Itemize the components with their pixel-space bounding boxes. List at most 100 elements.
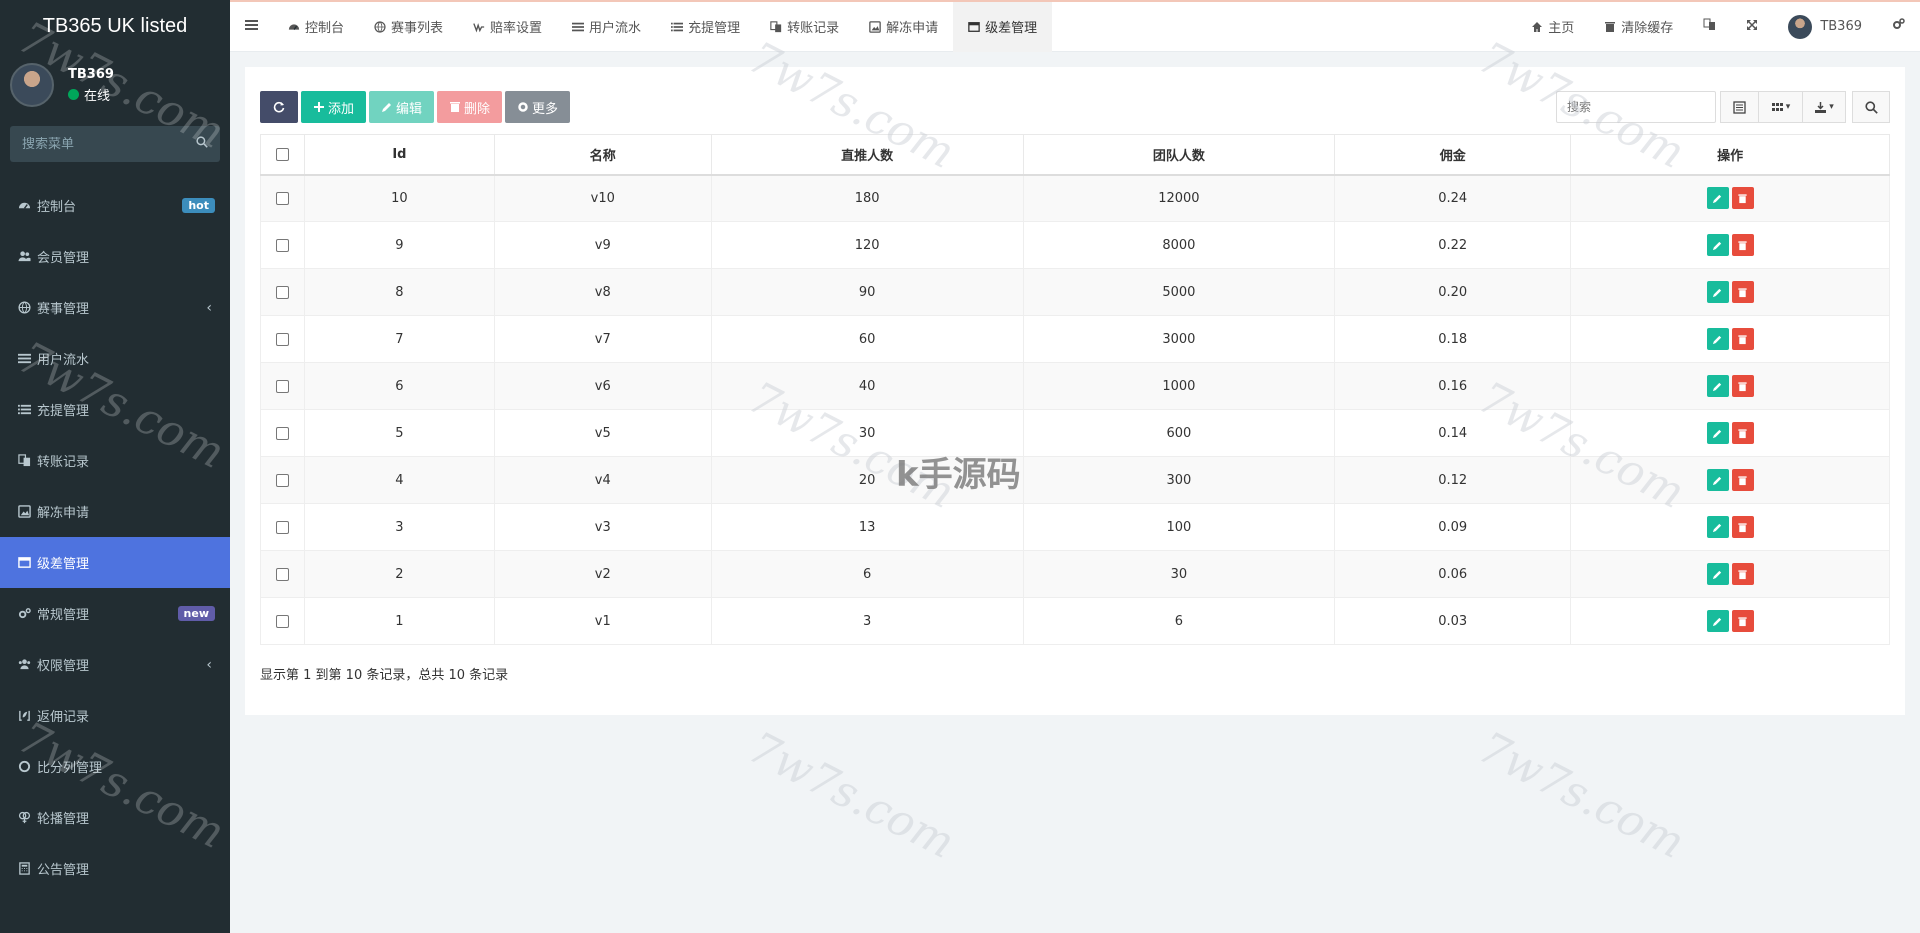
tab-2[interactable]: 赔率设置 [458,2,557,52]
sidebar-item-4[interactable]: 充提管理 [0,384,230,435]
row-edit-button[interactable] [1706,469,1729,491]
add-button[interactable]: 添加 [301,91,367,123]
row-checkbox[interactable] [275,567,289,581]
menu-search-input[interactable] [22,136,172,152]
columns-button[interactable]: ▾ [1758,91,1802,123]
app-logo[interactable]: TB365 UK listed [0,0,230,52]
column-header[interactable]: 佣金 [1334,134,1572,176]
table-search-input[interactable] [1556,91,1716,123]
sidebar-item-3[interactable]: 用户流水 [0,333,230,384]
sidebar-item-12[interactable]: 轮播管理 [0,792,230,843]
row-checkbox[interactable] [275,332,289,346]
toggle-view-button[interactable] [1720,91,1758,123]
table-row[interactable]: 9 v9 120 8000 0.22 [260,221,1890,269]
row-checkbox[interactable] [275,520,289,534]
sidebar-item-6[interactable]: 解冻申请 [0,486,230,537]
circle-icon [17,760,31,774]
table-row[interactable]: 5 v5 30 600 0.14 [260,409,1890,457]
table-row[interactable]: 4 v4 20 300 0.12 [260,456,1890,504]
row-delete-button[interactable] [1731,187,1754,210]
tab-0[interactable]: 控制台 [273,2,359,52]
row-edit-button[interactable] [1706,422,1729,444]
tab-1[interactable]: 赛事列表 [359,2,458,52]
home-link[interactable]: 主页 [1516,2,1589,52]
search-icon[interactable] [196,136,208,152]
sidebar-item-0[interactable]: 控制台 hot [0,180,230,231]
row-delete-button[interactable] [1731,469,1754,491]
sidebar-item-label: 返佣记录 [37,710,90,725]
settings-button[interactable] [1877,2,1920,52]
row-delete-button[interactable] [1731,328,1754,350]
table-row[interactable]: 1 v1 3 6 0.03 [260,597,1890,645]
row-checkbox[interactable] [275,426,289,440]
table-cell: 3000 [1022,315,1336,363]
row-checkbox[interactable] [275,379,289,393]
select-cell [260,315,305,363]
sidebar-item-1[interactable]: 会员管理 [0,231,230,282]
fullscreen-button[interactable] [1731,2,1773,52]
sidebar-item-10[interactable]: 返佣记录 [0,690,230,741]
table-cell: v7 [493,315,712,363]
sidebar-item-7[interactable]: 级差管理 [0,537,230,588]
tab-7[interactable]: 级差管理 [953,1,1053,52]
row-delete-button[interactable] [1731,375,1754,397]
table-row[interactable]: 3 v3 13 100 0.09 [260,503,1890,551]
table-row[interactable]: 2 v2 6 30 0.06 [260,550,1890,598]
search-button[interactable] [1852,91,1890,123]
tab-6[interactable]: 解冻申请 [854,2,953,52]
hamburger-icon [245,19,258,35]
edit-button[interactable]: 编辑 [369,91,435,123]
tab-3[interactable]: 用户流水 [557,2,656,52]
row-delete-button[interactable] [1731,610,1754,632]
user-menu[interactable]: TB369 [1773,2,1877,52]
column-header[interactable]: 团队人数 [1022,134,1336,176]
row-edit-button[interactable] [1706,328,1729,350]
row-edit-button[interactable] [1706,516,1729,538]
table-row[interactable]: 6 v6 40 1000 0.16 [260,362,1890,410]
column-header[interactable]: 直推人数 [710,134,1024,176]
sidebar-item-11[interactable]: 比分列管理 [0,741,230,792]
row-delete-button[interactable] [1731,563,1754,585]
tab-5[interactable]: 转账记录 [755,2,854,52]
row-checkbox[interactable] [275,473,289,487]
delete-button[interactable]: 删除 [437,91,503,123]
sidebar-item-9[interactable]: 权限管理 ‹ [0,639,230,690]
row-delete-button[interactable] [1731,234,1754,256]
row-checkbox[interactable] [275,191,289,205]
column-header[interactable]: 名称 [493,134,712,176]
refresh-button[interactable] [260,91,298,123]
tab-label: 充提管理 [688,21,741,36]
row-delete-button[interactable] [1731,281,1754,303]
language-button[interactable] [1688,2,1731,52]
table-row[interactable]: 7 v7 60 3000 0.18 [260,315,1890,363]
table-cell: 30 [710,409,1024,457]
column-header[interactable]: Id [303,134,495,176]
trash-icon [1738,569,1747,579]
row-checkbox[interactable] [275,238,289,252]
more-button[interactable]: 更多 [505,91,571,123]
row-edit-button[interactable] [1706,563,1729,585]
select-all-checkbox[interactable] [275,147,289,161]
sidebar-item-13[interactable]: 公告管理 [0,843,230,894]
row-edit-button[interactable] [1706,281,1729,303]
row-delete-button[interactable] [1731,422,1754,444]
row-edit-button[interactable] [1706,187,1729,210]
tab-4[interactable]: 充提管理 [656,2,755,52]
sidebar-item-label: 转账记录 [37,455,90,470]
sidebar-item-8[interactable]: 常规管理 new [0,588,230,639]
export-button[interactable]: ▾ [1802,91,1846,123]
row-edit-button[interactable] [1706,234,1729,256]
sidebar-item-2[interactable]: 赛事管理 ‹ [0,282,230,333]
row-checkbox[interactable] [275,614,289,628]
table-row[interactable]: 8 v8 90 5000 0.20 [260,268,1890,316]
menu-toggle-button[interactable] [230,2,273,52]
row-edit-button[interactable] [1706,375,1729,397]
actions-cell [1570,221,1890,269]
clear-cache-button[interactable]: 清除缓存 [1589,2,1688,52]
row-checkbox[interactable] [275,285,289,299]
row-delete-button[interactable] [1731,516,1754,538]
row-edit-button[interactable] [1706,610,1729,632]
table-row[interactable]: 10 v10 180 12000 0.24 [260,174,1890,222]
table-cell: 0.03 [1334,597,1572,645]
sidebar-item-5[interactable]: 转账记录 [0,435,230,486]
